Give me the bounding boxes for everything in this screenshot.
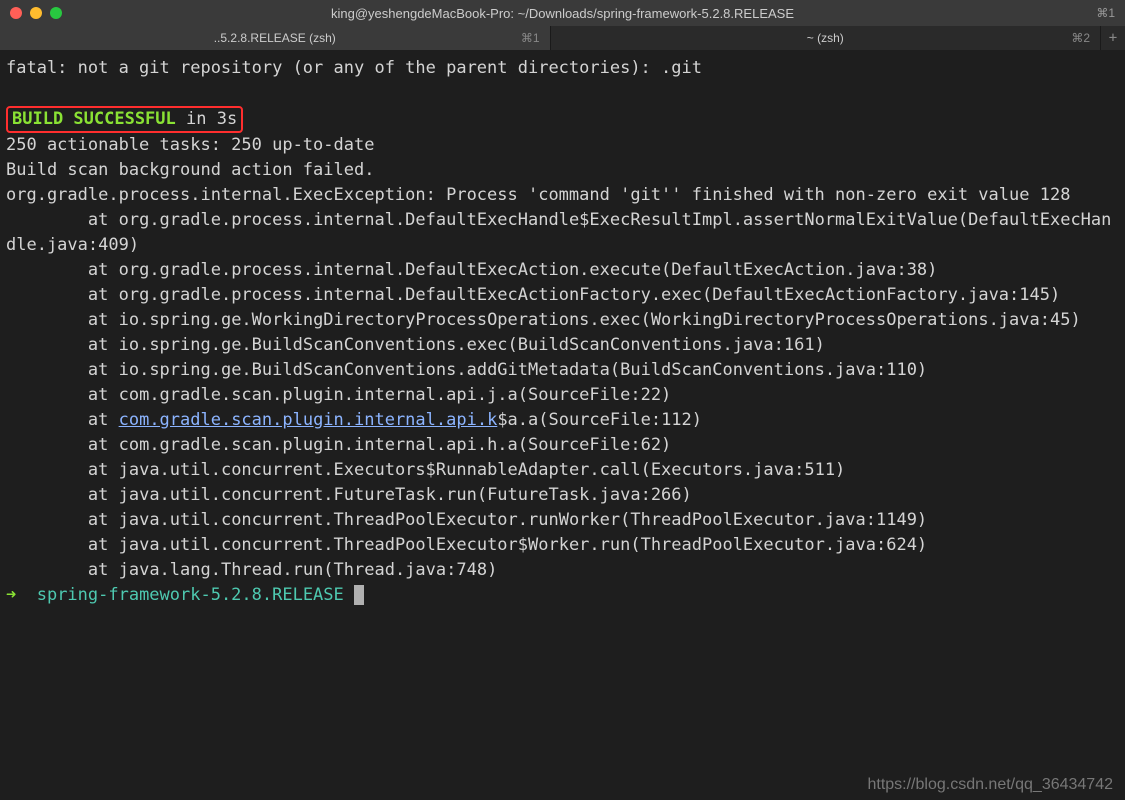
stack-line: io.spring.ge.WorkingDirectoryProcessOper…: [6, 310, 1081, 330]
stack-line: java.util.concurrent.ThreadPoolExecutor.…: [6, 510, 927, 530]
build-success-suffix: in 3s: [176, 109, 237, 129]
tasks-line: 250 actionable tasks: 250 up-to-date: [6, 135, 374, 155]
stack-line: com.gradle.scan.plugin.internal.api.j.a(…: [6, 385, 671, 405]
stack-line: java.util.concurrent.ThreadPoolExecutor$…: [6, 535, 927, 555]
tab-bar: ..5.2.8.RELEASE (zsh) ⌘1 ~ (zsh) ⌘2 +: [0, 26, 1125, 50]
prompt-arrow: ➜: [6, 585, 37, 605]
line-fatal: fatal: not a git repository (or any of t…: [6, 58, 702, 78]
stack-line: java.lang.Thread.run(Thread.java:748): [6, 560, 497, 580]
terminal-output[interactable]: fatal: not a git repository (or any of t…: [0, 50, 1125, 614]
stack-line: io.spring.ge.BuildScanConventions.addGit…: [6, 360, 927, 380]
build-success-highlight: BUILD SUCCESSFUL in 3s: [6, 106, 243, 133]
tab-right-shortcut: ⌘2: [1071, 31, 1090, 45]
watermark: https://blog.csdn.net/qq_36434742: [867, 776, 1113, 794]
tab-right[interactable]: ~ (zsh) ⌘2: [551, 26, 1102, 50]
add-tab-button[interactable]: +: [1101, 26, 1125, 50]
stack-link[interactable]: com.gradle.scan.plugin.internal.api.k: [119, 410, 498, 430]
tab-left-label: ..5.2.8.RELEASE (zsh): [214, 31, 336, 45]
stack-line: org.gradle.process.internal.DefaultExecA…: [6, 260, 937, 280]
minimize-window-button[interactable]: [30, 7, 42, 19]
stack-line: java.util.concurrent.Executors$RunnableA…: [6, 460, 845, 480]
build-success-text: BUILD SUCCESSFUL: [12, 109, 176, 129]
stack-line: org.gradle.process.internal.DefaultExecH…: [6, 210, 1111, 255]
stack-link-line: at com.gradle.scan.plugin.internal.api.k…: [6, 410, 702, 430]
stack-line: com.gradle.scan.plugin.internal.api.h.a(…: [6, 435, 671, 455]
close-window-button[interactable]: [10, 7, 22, 19]
tab-right-label: ~ (zsh): [807, 31, 844, 45]
stack-line: java.util.concurrent.FutureTask.run(Futu…: [6, 485, 692, 505]
tab-left-shortcut: ⌘1: [521, 31, 540, 45]
stack-line: org.gradle.process.internal.DefaultExecA…: [6, 285, 1060, 305]
prompt-path: spring-framework-5.2.8.RELEASE: [37, 585, 354, 605]
stack-link-suffix: $a.a(SourceFile:112): [497, 410, 702, 430]
stack-line: io.spring.ge.BuildScanConventions.exec(B…: [6, 335, 825, 355]
cursor: [354, 585, 364, 605]
title-bar: king@yeshengdeMacBook-Pro: ~/Downloads/s…: [0, 0, 1125, 26]
window-title: king@yeshengdeMacBook-Pro: ~/Downloads/s…: [0, 6, 1125, 21]
tab-left[interactable]: ..5.2.8.RELEASE (zsh) ⌘1: [0, 26, 551, 50]
scan-failed-line: Build scan background action failed.: [6, 160, 374, 180]
exec-exception-line: org.gradle.process.internal.ExecExceptio…: [6, 185, 1070, 205]
maximize-window-button[interactable]: [50, 7, 62, 19]
window-shortcut-hint: ⌘1: [1096, 6, 1115, 20]
traffic-lights: [10, 7, 62, 19]
